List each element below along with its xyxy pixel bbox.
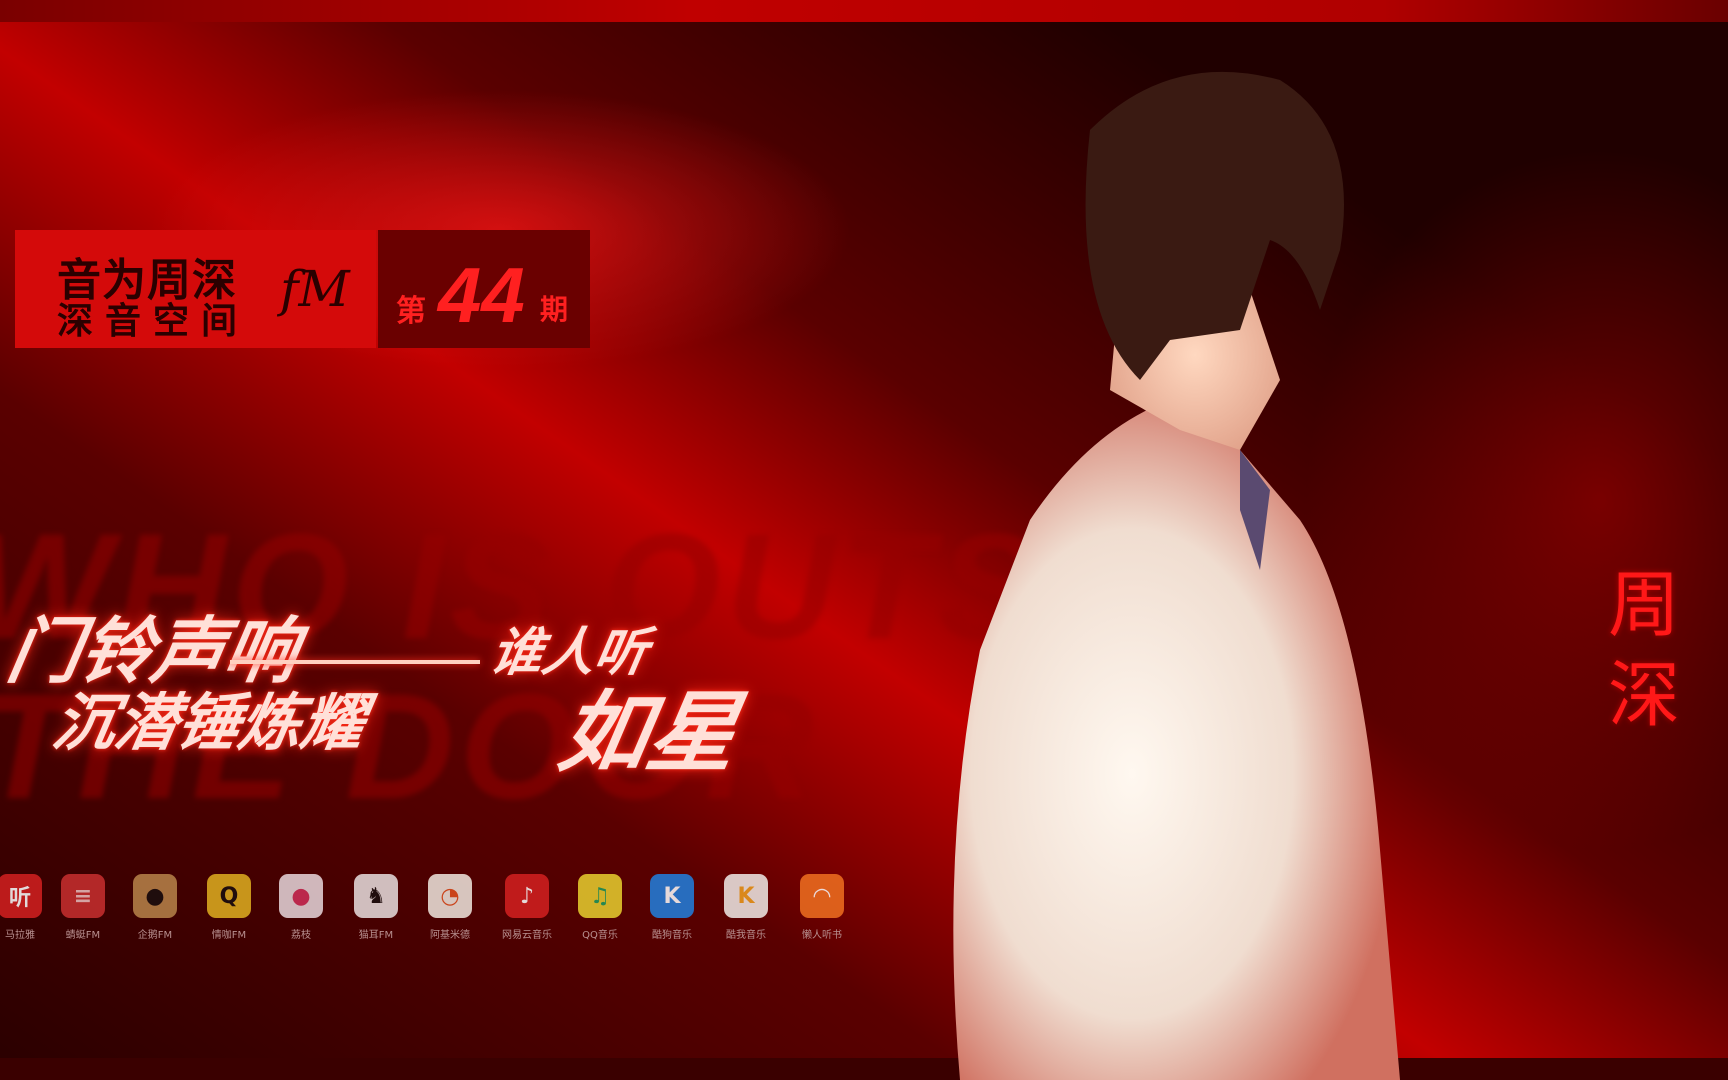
artist-photo bbox=[953, 71, 1400, 1080]
lanren-icon: ◠ bbox=[800, 874, 844, 918]
platform-item: 听马拉雅 bbox=[0, 874, 50, 941]
kugou-icon: K bbox=[650, 874, 694, 918]
platform-label: 猫耳FM bbox=[358, 930, 394, 941]
platform-label: QQ音乐 bbox=[582, 930, 618, 941]
netease-icon: ♪ bbox=[505, 874, 549, 918]
kuwo-icon: K bbox=[724, 874, 768, 918]
platform-item: ◠ 懒人听书 bbox=[792, 874, 852, 941]
issue-prefix: 第 bbox=[396, 294, 426, 329]
platform-item: ♞ 猫耳FM bbox=[346, 874, 406, 941]
platform-label: 网易云音乐 bbox=[502, 930, 552, 941]
logo-line2: 深音空间 bbox=[57, 301, 250, 342]
maoer-icon: ♞ bbox=[354, 874, 398, 918]
platform-item: K 酷狗音乐 bbox=[642, 874, 702, 941]
platform-label: 马拉雅 bbox=[5, 930, 35, 941]
headline-underline bbox=[230, 660, 480, 664]
platform-item: ◔ 阿基米德 bbox=[420, 874, 480, 941]
platform-label: 酷我音乐 bbox=[726, 930, 766, 941]
qqmusic-icon: ♫ bbox=[578, 874, 622, 918]
platform-label: 情咖FM bbox=[211, 930, 247, 941]
platform-label: 阿基米德 bbox=[430, 930, 470, 941]
penguin-icon: ● bbox=[133, 874, 177, 918]
platform-item: K 酷我音乐 bbox=[716, 874, 776, 941]
platform-item: ● 企鹅FM bbox=[125, 874, 185, 941]
headline-line2-main: 沉潜锤炼耀 bbox=[47, 686, 371, 759]
artist-name: 周深 bbox=[1607, 563, 1680, 737]
platform-label: 企鹅FM bbox=[137, 930, 173, 941]
platform-item: ♪ 网易云音乐 bbox=[497, 874, 557, 941]
platform-item: ≡ 蜻蜓FM bbox=[53, 874, 113, 941]
ximalaya-icon: 听 bbox=[0, 874, 42, 918]
qingka-icon: Q bbox=[207, 874, 251, 918]
platform-item: Q 情咖FM bbox=[199, 874, 259, 941]
platform-label: 蜻蜓FM bbox=[65, 930, 101, 941]
headline-line2-big: 如星 bbox=[551, 681, 746, 784]
issue-suffix: 期 bbox=[540, 293, 569, 326]
platform-item: ♫ QQ音乐 bbox=[570, 874, 630, 941]
platform-label: 酷狗音乐 bbox=[652, 930, 692, 941]
lizhi-icon: ● bbox=[279, 874, 323, 918]
logo-fm: fM bbox=[280, 260, 350, 318]
top-stripe bbox=[0, 0, 1728, 22]
qingting-icon: ≡ bbox=[61, 874, 105, 918]
platform-label: 懒人听书 bbox=[802, 930, 842, 941]
archimedes-icon: ◔ bbox=[428, 874, 472, 918]
program-logo: 音为周深 深音空间 fM bbox=[15, 230, 376, 348]
issue-badge: 第 44 期 bbox=[378, 230, 590, 348]
platform-label: 荔枝 bbox=[291, 930, 311, 941]
platform-item: ● 荔枝 bbox=[271, 874, 331, 941]
issue-number: 44 bbox=[438, 251, 525, 339]
